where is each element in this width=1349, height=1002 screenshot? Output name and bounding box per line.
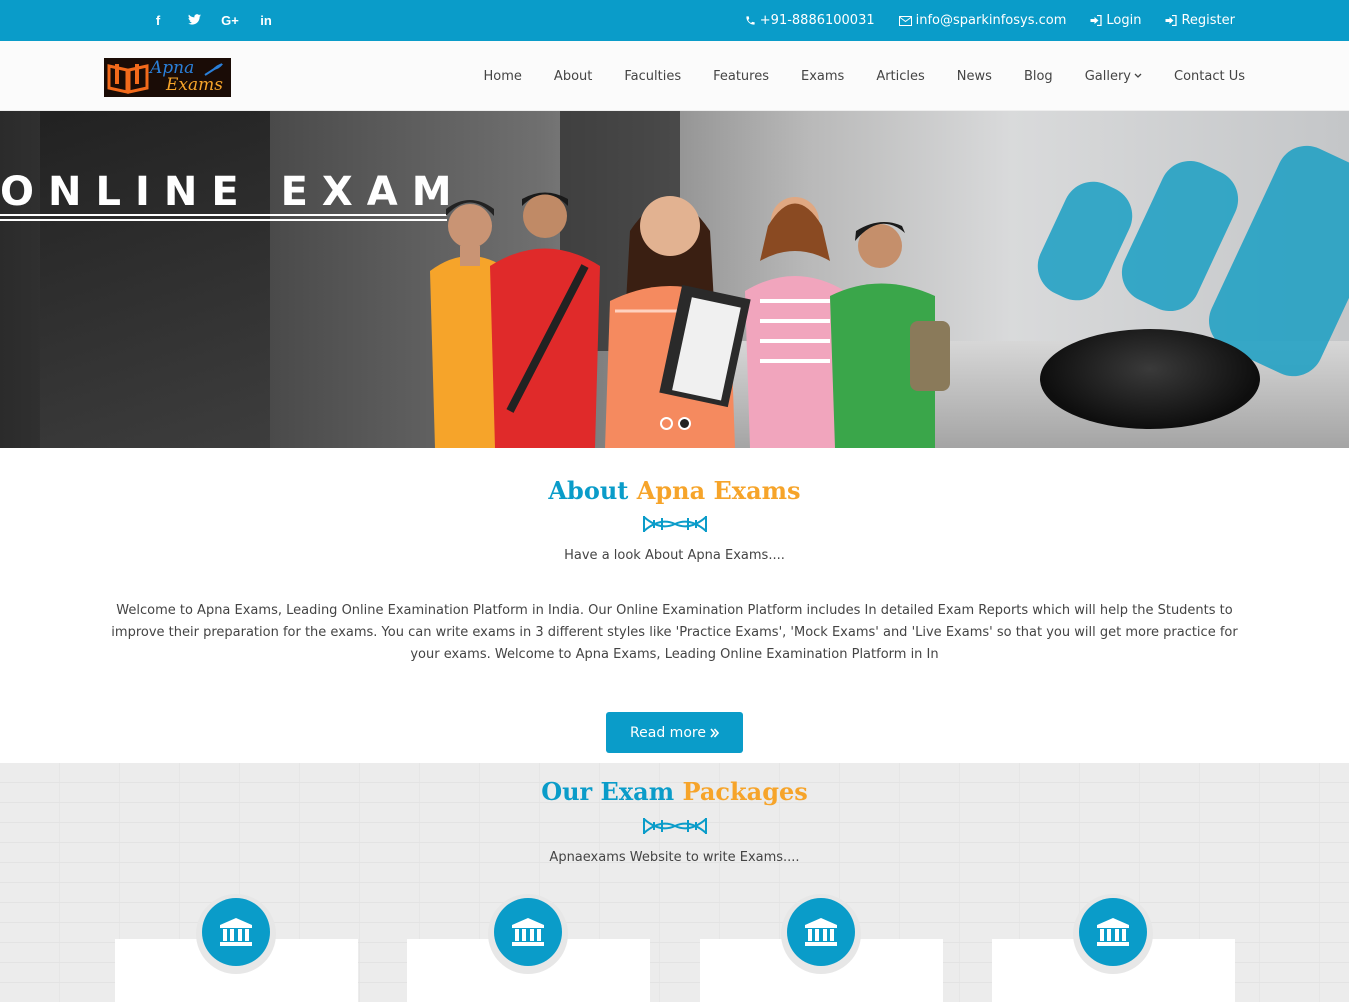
- about-title-part1: About: [548, 476, 629, 505]
- social-links: f G+ in: [140, 0, 284, 41]
- hero-bg-chair: [1027, 171, 1143, 311]
- nav-contact-us[interactable]: Contact Us: [1174, 69, 1245, 84]
- bank-icon: [512, 918, 544, 946]
- email-link[interactable]: info@sparkinfosys.com: [898, 13, 1067, 28]
- hero-title-underline: [0, 219, 447, 221]
- package-icon-badge: [488, 894, 568, 974]
- main-menu: Home About Faculties Features Exams Arti…: [452, 41, 1245, 111]
- nav-news[interactable]: News: [957, 69, 992, 84]
- about-description: Welcome to Apna Exams, Leading Online Ex…: [111, 603, 1238, 662]
- nav-home[interactable]: Home: [484, 69, 522, 84]
- packages-title-part2: Packages: [682, 777, 808, 806]
- read-more-label: Read more: [630, 724, 706, 741]
- contact-links: +91-8886100031 info@sparkinfosys.com Log…: [721, 0, 1235, 41]
- package-icon-badge: [781, 894, 861, 974]
- nav-about[interactable]: About: [554, 69, 592, 84]
- dna-icon: [643, 516, 707, 532]
- bank-icon: [1097, 918, 1129, 946]
- register-label: Register: [1181, 13, 1235, 28]
- bank-icon: [805, 918, 837, 946]
- login-link[interactable]: Login: [1090, 13, 1141, 28]
- nav-blog[interactable]: Blog: [1024, 69, 1053, 84]
- about-title-part2: Apna Exams: [636, 476, 801, 505]
- facebook-icon[interactable]: f: [140, 13, 176, 28]
- nav-gallery-label: Gallery: [1084, 68, 1131, 84]
- phone-icon: [746, 16, 755, 25]
- envelope-icon: [898, 15, 912, 26]
- nav-articles[interactable]: Articles: [876, 69, 924, 84]
- about-title: About Apna Exams: [0, 476, 1349, 505]
- hero-bg-mouse: [1040, 329, 1260, 429]
- phone-link[interactable]: +91-8886100031: [745, 13, 875, 28]
- nav-gallery[interactable]: Gallery: [1085, 69, 1142, 84]
- slider-dot-active[interactable]: [678, 417, 691, 430]
- hero-bg-monitor: [40, 111, 270, 448]
- login-label: Login: [1106, 13, 1142, 28]
- main-navbar: Apna Exams Home About Faculties Features…: [0, 41, 1349, 111]
- sign-in-icon: [1165, 15, 1178, 26]
- linkedin-icon[interactable]: in: [248, 13, 284, 28]
- nav-exams[interactable]: Exams: [801, 69, 844, 84]
- students-image: [430, 192, 950, 448]
- slider-dots: [660, 417, 696, 430]
- feather-icon: [204, 63, 223, 76]
- nav-faculties[interactable]: Faculties: [624, 69, 681, 84]
- read-more-button[interactable]: Read more: [606, 712, 743, 753]
- register-link[interactable]: Register: [1165, 13, 1235, 28]
- book-icon: [107, 64, 149, 94]
- packages-title: Our Exam Packages: [0, 777, 1349, 806]
- site-logo[interactable]: Apna Exams: [104, 58, 231, 97]
- package-icon-badge: [1073, 894, 1153, 974]
- google-plus-icon[interactable]: G+: [212, 13, 248, 28]
- email-address: info@sparkinfosys.com: [915, 13, 1067, 28]
- chevron-down-icon: [1134, 73, 1142, 78]
- dna-icon: [643, 818, 707, 834]
- logo-text-exams: Exams: [166, 75, 223, 95]
- package-icon-badge: [196, 894, 276, 974]
- hero-title-underline: [0, 214, 447, 216]
- nav-features[interactable]: Features: [713, 69, 769, 84]
- phone-number: +91-8886100031: [759, 13, 875, 28]
- twitter-icon[interactable]: [176, 13, 212, 28]
- top-bar: f G+ in +91-8886100031 info@sparkinfosys…: [0, 0, 1349, 41]
- about-subtitle: Have a look About Apna Exams....: [564, 548, 785, 563]
- bank-icon: [220, 918, 252, 946]
- packages-subtitle: Apnaexams Website to write Exams....: [549, 850, 800, 865]
- hero-slider[interactable]: ONLINE EXAM: [0, 111, 1349, 448]
- slider-dot[interactable]: [660, 417, 673, 430]
- sign-in-icon: [1090, 15, 1103, 26]
- double-chevron-right-icon: [710, 727, 719, 738]
- packages-title-part1: Our Exam: [541, 777, 675, 806]
